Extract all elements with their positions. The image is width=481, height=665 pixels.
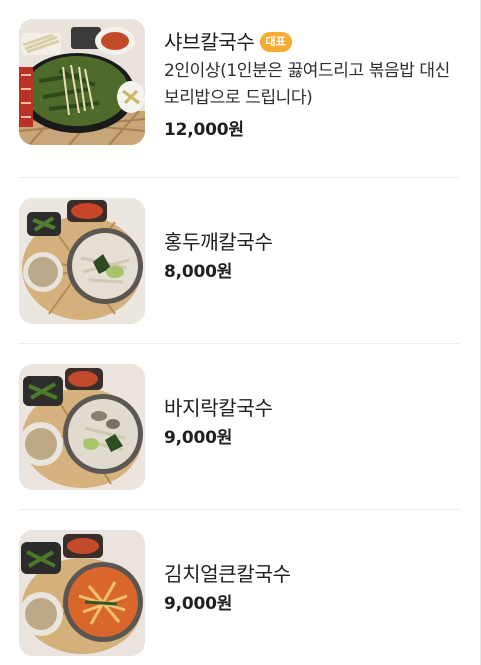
menu-divider bbox=[19, 343, 460, 344]
menu-item-info: 바지락칼국수 9,000원 bbox=[164, 395, 460, 450]
menu-item-photo[interactable] bbox=[19, 530, 145, 656]
signature-badge: 대표 bbox=[259, 32, 292, 52]
menu-item-name: 바지락칼국수 bbox=[164, 396, 273, 420]
kimchi-bowl-photo bbox=[19, 530, 145, 656]
menu-item-name: 홍두깨칼국수 bbox=[164, 230, 273, 254]
menu-item-photo[interactable] bbox=[19, 19, 145, 145]
menu-item-price: 8,000원 bbox=[164, 262, 233, 282]
menu-item-info: 김치얼큰칼국수 9,000원 bbox=[164, 561, 460, 616]
menu-item-info: 홍두깨칼국수 8,000원 bbox=[164, 229, 460, 284]
menu-item-name: 샤브칼국수 대표 bbox=[164, 29, 460, 55]
menu-item-name: 김치얼큰칼국수 bbox=[164, 562, 291, 586]
menu-item-info: 샤브칼국수 대표 2인이상(1인분은 끓여드리고 볶음밥 대신 보리밥으로 드립… bbox=[164, 29, 460, 142]
menu-item-price: 12,000원 bbox=[164, 120, 244, 140]
menu-item-name-text: 샤브칼국수 bbox=[164, 30, 255, 54]
menu-item-photo[interactable] bbox=[19, 198, 145, 324]
bajirak-bowl-photo bbox=[19, 364, 145, 490]
shabu-pot-photo bbox=[19, 19, 145, 145]
menu-item-price: 9,000원 bbox=[164, 428, 233, 448]
menu-item-price: 9,000원 bbox=[164, 594, 233, 614]
hongdukkae-bowl-photo bbox=[19, 198, 145, 324]
menu-divider bbox=[19, 177, 460, 178]
menu-item-photo[interactable] bbox=[19, 364, 145, 490]
menu-item-description: 2인이상(1인분은 끓여드리고 볶음밥 대신 보리밥으로 드립니다) bbox=[164, 61, 450, 108]
menu-divider bbox=[19, 509, 460, 510]
